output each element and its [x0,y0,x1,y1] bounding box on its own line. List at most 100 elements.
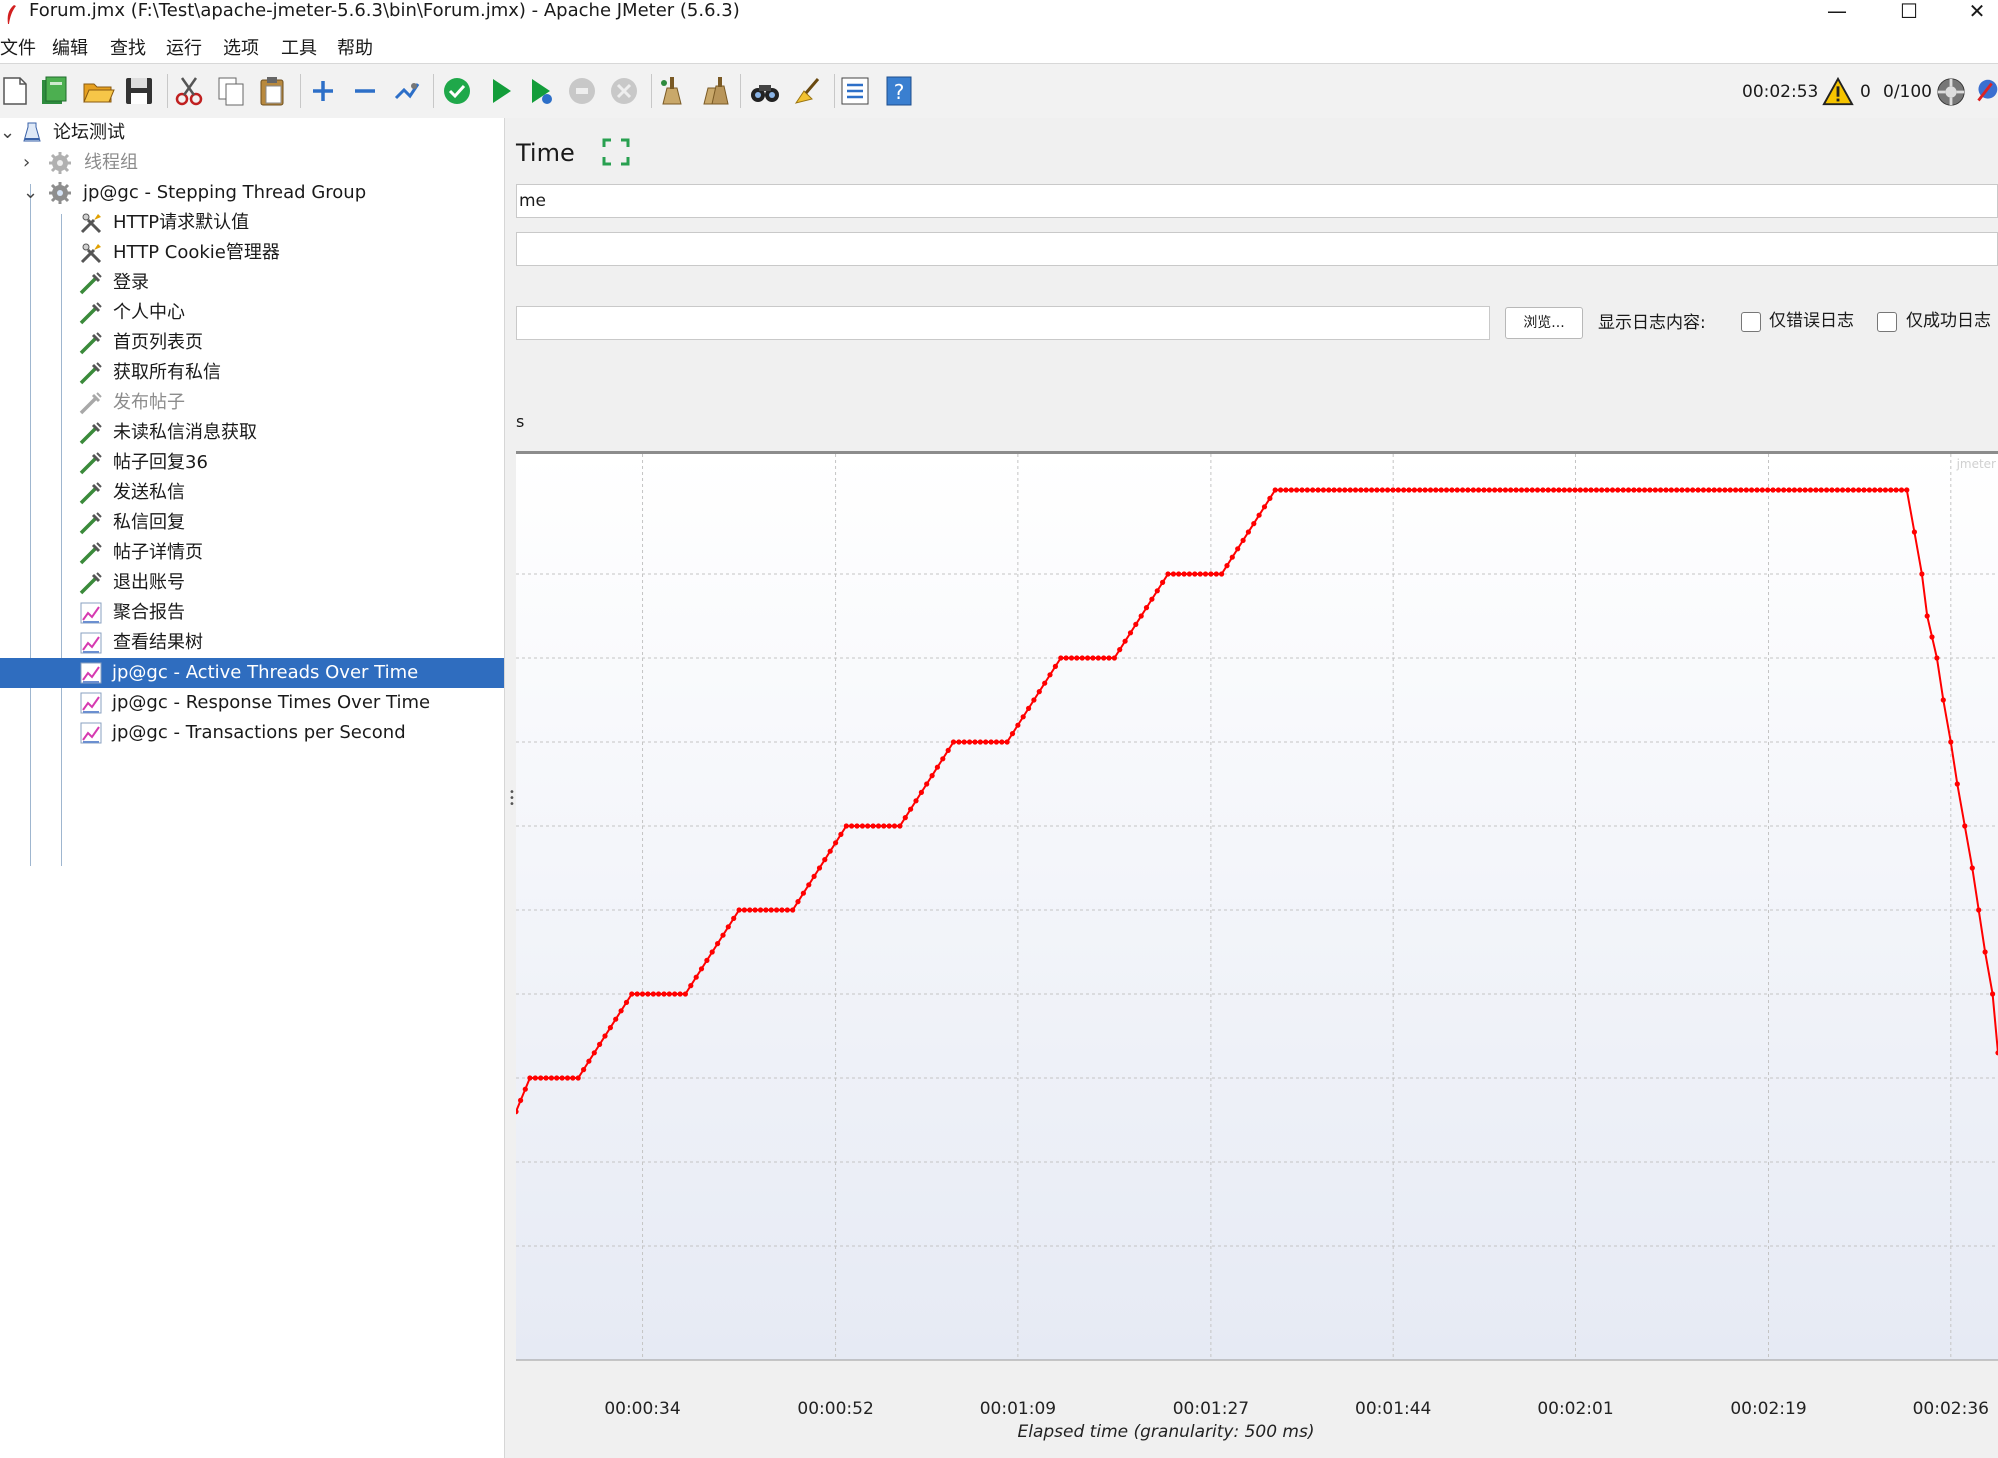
menu-edit[interactable]: 编辑 [52,38,88,60]
function-helper-icon[interactable] [838,74,872,108]
tree-node-aggregate-report[interactable]: 聚合报告 [0,598,504,628]
reset-search-icon[interactable] [790,74,824,108]
data-point [1636,487,1642,493]
tree-node-test-plan[interactable]: ⌄ 论坛测试 [0,118,504,148]
save-icon[interactable] [122,74,156,108]
tree-node-get-messages[interactable]: 获取所有私信 [0,358,504,388]
data-point [1181,571,1187,577]
data-point [741,907,747,913]
data-point [1775,487,1781,493]
tree-node-active-threads[interactable]: jp@gc - Active Threads Over Time [0,658,504,688]
data-point [1127,630,1134,636]
tree-node-stepping-thread-group[interactable]: ⌄ jp@gc - Stepping Thread Group [0,178,504,208]
warning-icon[interactable] [1822,76,1854,108]
sampler-icon [79,331,103,355]
data-point [1797,487,1803,493]
templates-icon[interactable] [37,74,71,108]
tree-node-results-tree[interactable]: 查看结果树 [0,628,504,658]
tree-node-transactions-per-second[interactable]: jp@gc - Transactions per Second [0,718,504,748]
menu-help[interactable]: 帮助 [337,38,373,60]
filename-field[interactable] [516,306,1490,340]
menu-options[interactable]: 选项 [223,38,259,60]
data-point [977,739,983,745]
clear-icon[interactable] [655,74,689,108]
start-no-pause-icon[interactable] [523,74,557,108]
comment-field[interactable] [516,232,1998,266]
tree-node-send-message[interactable]: 发送私信 [0,478,504,508]
data-point [634,991,640,997]
data-point [1924,613,1930,619]
data-point [698,966,705,972]
data-point [1219,571,1225,577]
menu-tools[interactable]: 工具 [281,38,317,60]
data-point [1095,655,1101,661]
collapse-icon[interactable] [348,74,382,108]
expand-icon[interactable] [306,74,340,108]
drag-handle-icon[interactable]: • • • [509,788,515,810]
data-point [1213,571,1219,577]
tree-node-thread-group[interactable]: › 线程组 [0,148,504,178]
warning-count: 0 [1860,82,1871,102]
maximize-chart-icon[interactable] [602,138,630,166]
success-only-checkbox[interactable] [1877,312,1897,332]
clear-all-icon[interactable] [698,74,732,108]
tree-node-login[interactable]: 登录 [0,268,504,298]
data-point [1186,571,1192,577]
errors-only-checkbox[interactable] [1741,312,1761,332]
log-viewer-icon[interactable] [1974,76,1998,108]
browse-button[interactable]: 浏览... [1505,307,1583,339]
menu-search[interactable]: 查找 [110,38,146,60]
data-point [908,806,914,812]
data-point [1369,487,1375,493]
expanded-chevron-icon[interactable]: ⌄ [0,122,15,144]
tree-node-label: 查看结果树 [113,632,203,653]
data-point [1948,739,1954,745]
start-icon[interactable] [440,74,474,108]
open-icon[interactable] [81,74,115,108]
paste-icon[interactable] [256,74,290,108]
tab-settings[interactable]: s [516,412,524,432]
tree-node-home-list[interactable]: 首页列表页 [0,328,504,358]
data-point [1652,487,1658,493]
menu-file[interactable]: 文件 [0,38,36,60]
tree-node-user-center[interactable]: 个人中心 [0,298,504,328]
data-point [1004,739,1010,745]
tree-node-message-reply[interactable]: 私信回复 [0,508,504,538]
tree-node-publish-post[interactable]: 发布帖子 [0,388,504,418]
maximize-button[interactable]: ☐ [1884,0,1934,26]
collapsed-chevron-icon[interactable]: › [23,152,37,174]
tree-node-unread-messages[interactable]: 未读私信消息获取 [0,418,504,448]
data-point [1101,655,1107,661]
data-point [1840,487,1846,493]
tree-node-post-reply[interactable]: 帖子回复36 [0,448,504,478]
search-icon[interactable] [748,74,782,108]
tree-node-post-detail[interactable]: 帖子详情页 [0,538,504,568]
minimize-button[interactable]: — [1812,0,1862,26]
tree-node-logout[interactable]: 退出账号 [0,568,504,598]
data-point [1443,487,1450,493]
new-icon[interactable] [0,74,32,108]
thread-group-icon [48,181,72,205]
listener-icon [79,661,103,685]
start-icon[interactable] [483,74,517,108]
tree-node-label: 聚合报告 [113,602,185,623]
name-field[interactable] [516,184,1998,218]
tree-node-cookie-manager[interactable]: HTTP Cookie管理器 [0,238,504,268]
data-point [1320,487,1326,493]
close-button[interactable]: ✕ [1952,0,1998,26]
data-point [1385,487,1391,493]
data-point [1427,487,1434,493]
tree-node-response-times[interactable]: jp@gc - Response Times Over Time [0,688,504,718]
data-point [1759,487,1765,493]
data-point [1165,571,1171,577]
data-point [993,739,999,745]
help-icon[interactable]: ? [882,74,916,108]
toggle-icon[interactable] [390,74,424,108]
x-tick-label: 00:01:27 [1173,1399,1249,1419]
data-point [816,865,823,871]
cut-icon[interactable] [172,74,206,108]
expanded-chevron-icon[interactable]: ⌄ [23,182,38,204]
menu-run[interactable]: 运行 [166,38,202,60]
tree-node-http-defaults[interactable]: HTTP请求默认值 [0,208,504,238]
copy-icon[interactable] [214,74,248,108]
